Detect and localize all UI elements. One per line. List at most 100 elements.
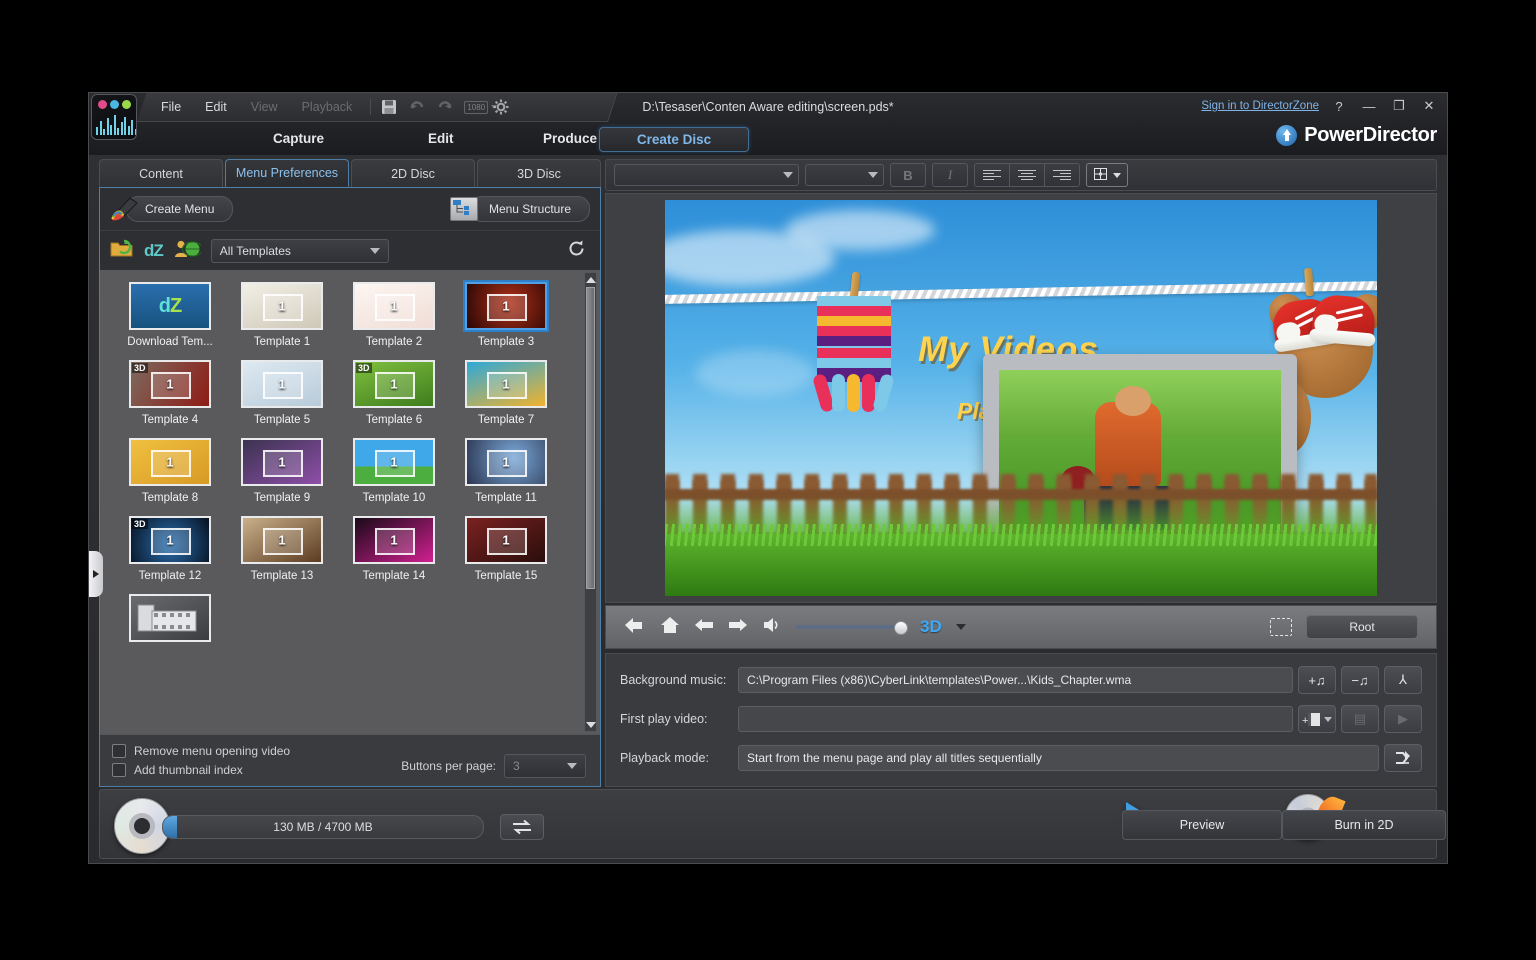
close-button[interactable]: ✕ [1419, 98, 1439, 114]
directorzone-icon[interactable]: dZ [144, 241, 164, 261]
tab-2d-disc[interactable]: 2D Disc [351, 159, 475, 187]
remove-opening-video-checkbox[interactable] [112, 743, 126, 758]
template-thumbnail[interactable]: 1 [353, 282, 435, 330]
tab-menu-preferences[interactable]: Menu Preferences [225, 159, 349, 187]
chevron-down-icon[interactable] [955, 624, 966, 630]
menu-preview[interactable]: My Videos Play [605, 193, 1437, 603]
template-cell[interactable]: 1 Template 9 [227, 438, 337, 504]
play-video-button[interactable]: ▶ [1384, 705, 1422, 733]
scrollbar-thumb[interactable] [586, 287, 595, 589]
template-cell[interactable]: 1 Template 2 [339, 282, 449, 348]
minimize-button[interactable]: — [1359, 99, 1379, 114]
template-thumbnail[interactable]: 1 [241, 516, 323, 564]
sign-in-link[interactable]: Sign in to DirectorZone [1201, 100, 1319, 112]
template-cell[interactable] [115, 594, 225, 642]
template-thumbnail[interactable]: 1 [241, 360, 323, 408]
panel-collapse-handle[interactable] [89, 551, 103, 597]
nav-edit[interactable]: Edit [414, 127, 468, 150]
scroll-up-icon[interactable] [585, 273, 596, 286]
playback-mode-field[interactable]: Start from the menu page and play all ti… [738, 745, 1379, 771]
template-thumbnail[interactable]: 1 [241, 438, 323, 486]
template-cell[interactable]: 1 Template 13 [227, 516, 337, 582]
tab-content[interactable]: Content [99, 159, 223, 187]
template-thumbnail[interactable]: 1 3D [129, 516, 211, 564]
volume-slider-knob[interactable] [894, 621, 908, 635]
template-thumbnail[interactable]: 1 [465, 516, 547, 564]
scroll-down-icon[interactable] [585, 718, 596, 731]
background-music-label: Background music: [620, 673, 727, 687]
template-thumbnail[interactable]: 1 [129, 438, 211, 486]
home-icon[interactable] [660, 616, 680, 639]
snapshot-icon[interactable] [1270, 618, 1292, 636]
refresh-icon[interactable] [567, 239, 586, 263]
template-cell[interactable]: 1 Template 1 [227, 282, 337, 348]
disc-capacity-fill [163, 816, 177, 838]
template-thumbnail[interactable]: 1 [241, 282, 323, 330]
nav-capture[interactable]: Capture [259, 127, 338, 150]
template-thumbnail[interactable]: 1 3D [353, 360, 435, 408]
italic-button[interactable]: I [932, 163, 968, 187]
help-button[interactable]: ? [1329, 99, 1349, 114]
template-cell[interactable]: 1 Template 15 [451, 516, 561, 582]
background-music-field[interactable]: C:\Program Files (x86)\CyberLink\templat… [738, 667, 1293, 693]
nav-create-disc[interactable]: Create Disc [599, 127, 749, 152]
burn-button[interactable]: Burn in 2D [1282, 810, 1446, 840]
template-cell[interactable]: 1 Template 14 [339, 516, 449, 582]
template-cell[interactable]: 1 3D Template 12 [115, 516, 225, 582]
swap-disc-icon[interactable] [500, 814, 544, 840]
menu-preview-stage[interactable]: My Videos Play [665, 200, 1377, 596]
template-cell[interactable]: d Z Download Tem... [115, 282, 225, 348]
tab-3d-disc[interactable]: 3D Disc [477, 159, 601, 187]
add-music-button[interactable]: +♫ [1298, 666, 1336, 694]
return-icon[interactable] [624, 616, 646, 639]
paintbrush-icon [110, 196, 140, 222]
template-cell[interactable]: 1 3D Template 4 [115, 360, 225, 426]
align-right-icon[interactable] [1045, 164, 1079, 186]
remove-music-button[interactable]: −♫ [1341, 666, 1379, 694]
previous-icon[interactable] [694, 617, 714, 638]
preview-3d-mode[interactable]: 3D [920, 617, 942, 637]
template-thumbnail[interactable]: dZ [129, 282, 211, 330]
template-cell[interactable]: 1 Template 11 [451, 438, 561, 504]
template-grid[interactable]: d Z Download Tem... 1 Template 1 1 Template 21… [100, 270, 600, 734]
bold-button[interactable]: B [890, 163, 926, 187]
align-center-icon[interactable] [1010, 164, 1045, 186]
menu-structure-button[interactable]: Menu Structure [469, 196, 590, 222]
template-thumbnail[interactable] [129, 594, 211, 642]
template-thumbnail[interactable]: 1 [353, 438, 435, 486]
volume-slider[interactable] [796, 621, 908, 635]
template-thumbnail[interactable]: 1 [465, 360, 547, 408]
template-cell[interactable]: 1 3D Template 6 [339, 360, 449, 426]
buttons-per-page-select[interactable]: 3 [504, 754, 586, 778]
grid-align-icon[interactable] [1086, 163, 1128, 187]
template-cell[interactable]: 1 Template 10 [339, 438, 449, 504]
template-thumbnail[interactable]: 1 [465, 438, 547, 486]
member-globe-icon[interactable] [173, 239, 203, 263]
template-cell[interactable]: 1 Template 5 [227, 360, 337, 426]
first-play-video-field[interactable] [738, 706, 1293, 732]
add-video-button[interactable]: + [1298, 705, 1336, 733]
edit-video-button[interactable]: ▤ [1341, 705, 1379, 733]
font-size-select[interactable] [805, 164, 884, 186]
template-thumbnail[interactable]: 1 [353, 516, 435, 564]
volume-icon[interactable] [762, 616, 782, 639]
align-left-icon[interactable] [975, 164, 1010, 186]
create-menu-button[interactable]: Create Menu [126, 196, 234, 222]
add-thumbnail-index-checkbox[interactable] [112, 762, 126, 777]
template-thumbnail[interactable]: 1 [465, 282, 547, 330]
import-folder-icon[interactable] [110, 239, 134, 263]
preview-button[interactable]: Preview [1122, 810, 1282, 840]
next-icon[interactable] [728, 617, 748, 638]
remove-opening-video-label: Remove menu opening video [134, 743, 291, 758]
template-cell[interactable]: 1 Template 8 [115, 438, 225, 504]
template-cell[interactable]: 1 Template 7 [451, 360, 561, 426]
root-button[interactable]: Root [1306, 615, 1418, 639]
template-cell[interactable]: 1 Template 3 [451, 282, 561, 348]
music-settings-button[interactable]: ⅄ [1384, 666, 1422, 694]
template-filter-select[interactable]: All Templates [210, 239, 389, 263]
template-scrollbar[interactable] [584, 272, 597, 732]
template-thumbnail[interactable]: 1 3D [129, 360, 211, 408]
restore-button[interactable]: ❐ [1389, 98, 1409, 114]
font-family-select[interactable] [614, 164, 799, 186]
playback-settings-button[interactable] [1384, 744, 1422, 772]
